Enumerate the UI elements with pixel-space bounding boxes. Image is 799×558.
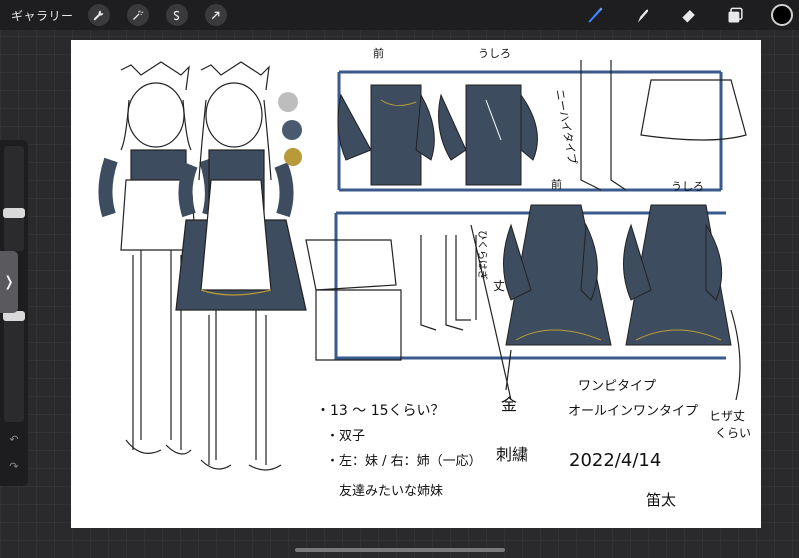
label-sleeve-note-1: ひくらはぎ	[476, 230, 489, 280]
brush-size-handle[interactable]	[3, 208, 25, 218]
note-length-1: ヒザ丈	[709, 409, 745, 423]
color-dot-gold	[284, 148, 302, 166]
label-back-apron: うしろ	[671, 180, 704, 193]
sidebar-toggle[interactable]: ❭	[0, 251, 18, 313]
color-dot-navy	[282, 120, 302, 140]
transform-arrow-icon[interactable]	[204, 4, 227, 26]
gallery-button[interactable]: ギャラリー	[11, 7, 74, 24]
apron-detail-sketch	[305, 239, 402, 361]
note-signature: 笛太	[646, 491, 676, 509]
note-allinone: オールインワンタイプ	[568, 404, 698, 419]
redo-button[interactable]: ↷	[7, 460, 21, 474]
sketch-artwork: 前 うしろ ニーハイタイプ うしろ 前 ひくらはぎ 丈 ・13 ～ 15くらい？…	[98, 46, 751, 509]
wrench-icon[interactable]	[87, 4, 110, 26]
apron-sketch	[640, 79, 747, 141]
brush-size-slider[interactable]	[4, 146, 24, 251]
label-sleeve-note-2: 丈	[493, 279, 505, 293]
selection-s-icon[interactable]	[165, 4, 188, 26]
note-onepiece: ワンピタイプ	[578, 379, 656, 394]
knee-high-sketch	[580, 60, 627, 191]
magic-wand-icon[interactable]	[126, 4, 149, 26]
outfit-front-top	[337, 84, 435, 186]
left-sidebar: ↶ ↷	[0, 140, 28, 486]
color-dot-gray	[278, 92, 298, 112]
top-toolbar: ギャラリー	[0, 0, 799, 30]
undo-button[interactable]: ↶	[7, 433, 21, 447]
note-twins: ・双子	[326, 429, 365, 444]
note-length-2: くらい	[715, 426, 751, 440]
label-front-boots: 前	[551, 177, 562, 191]
smudge-icon[interactable]	[630, 3, 654, 27]
opacity-slider[interactable]	[4, 312, 24, 422]
brush-icon[interactable]	[583, 3, 607, 27]
current-color-button[interactable]	[771, 4, 793, 26]
home-indicator	[295, 548, 505, 552]
outfit-back-top	[438, 84, 538, 186]
onepiece-front-sketch	[503, 204, 612, 346]
label-front-top: 前	[373, 46, 384, 60]
eraser-icon[interactable]	[677, 3, 701, 27]
drawing-canvas[interactable]: 前 うしろ ニーハイタイプ うしろ 前 ひくらはぎ 丈 ・13 ～ 15くらい？…	[71, 40, 761, 528]
onepiece-back-sketch	[623, 204, 732, 346]
label-knee-high: ニーハイタイプ	[553, 88, 579, 165]
note-gold-2: 刺繍	[496, 445, 528, 464]
note-age: ・13 ～ 15くらい？	[316, 403, 445, 419]
note-date: 2022/4/14	[569, 450, 661, 471]
note-left-right: ・左：妹 / 右：姉（一応）	[326, 454, 482, 469]
label-back-top: うしろ	[478, 47, 511, 60]
boots-sketch	[420, 235, 477, 331]
note-gold-1: 金	[501, 395, 517, 414]
layers-icon[interactable]	[724, 3, 748, 27]
note-friends: 友達みたいな姉妹	[339, 483, 443, 499]
